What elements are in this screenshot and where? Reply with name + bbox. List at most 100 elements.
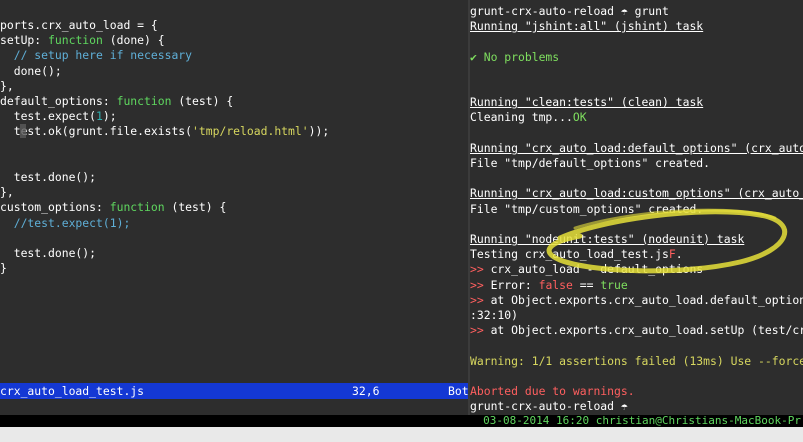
terminal-output-text-segment: Cleaning tmp... <box>470 110 573 125</box>
vim-code-line: default_options: function (test) { <box>0 94 468 109</box>
terminal-output-text-segment: at Object.exports.crx_auto_load.default_… <box>483 292 803 307</box>
vim-editor-pane[interactable]: ports.crx_auto_load = {setUp: function (… <box>0 0 468 415</box>
terminal-output-text-segment: >> <box>470 277 484 292</box>
terminal-output-text-segment: Running "nodeunit:tests" (nodeunit) task <box>470 232 745 246</box>
vim-code-line <box>0 155 468 170</box>
terminal-output-line: >> Error: false == true <box>470 278 803 293</box>
vim-code-text-segment: 1 <box>96 109 103 124</box>
vim-code-text-segment: ports.crx_auto_load = { <box>0 18 158 32</box>
vim-code-text-segment: (done) { <box>102 33 165 48</box>
vim-code-line: //test.expect(1); <box>0 216 468 231</box>
vim-status-line: crx_auto_load_test.js 32,6 Bot <box>0 383 469 399</box>
vim-code-line: test.done(); <box>0 170 468 185</box>
terminal-output-line: Running "jshint:all" (jshint) task <box>470 19 803 34</box>
vim-code-line: test.ok(grunt.file.exists('tmp/reload.ht… <box>0 124 468 139</box>
terminal-output-line: grunt-crx-auto-reload ☂ grunt <box>470 4 803 19</box>
terminal-pane[interactable]: grunt-crx-auto-reload ☂ grunt Running "js… <box>470 0 803 415</box>
vim-code-line: custom_options: function (test) { <box>0 200 468 215</box>
terminal-output-text-segment: >> <box>470 292 484 307</box>
terminal-output-text-segment: OK <box>572 110 587 125</box>
terminal-output-text-segment: >> <box>470 262 484 277</box>
vim-code-line: } <box>0 261 468 276</box>
terminal-output-text-segment: Running "crx_auto_load:custom_options" (… <box>470 186 803 201</box>
vim-code-line: }, <box>0 185 468 200</box>
vim-code-text-segment: test.done(); <box>0 246 97 260</box>
terminal-output-text-segment: . <box>675 247 683 262</box>
vim-code-text-segment: 'tmp/reload.html' <box>192 124 309 139</box>
vim-code-text-segment: (test) { <box>171 94 234 108</box>
terminal-output-text-segment: Aborted due to warnings. <box>470 384 635 398</box>
window-bottom-strip <box>0 427 803 442</box>
terminal-output-text-segment: true <box>600 277 628 292</box>
terminal-output-text-segment: File "tmp/default_options" created. <box>470 156 711 170</box>
vim-code-text-segment: //test.expect(1); <box>0 215 131 230</box>
vim-status-filename: crx_auto_load_test.js <box>0 384 145 398</box>
terminal-output-text-segment: :32:10) <box>470 308 519 322</box>
terminal-output-line: Running "crx_auto_load:default_options" … <box>470 141 803 156</box>
terminal-output-line: >> at Object.exports.crx_auto_load.defau… <box>470 293 803 308</box>
vim-code-text-segment: function <box>116 94 172 108</box>
vim-code-line <box>0 140 468 155</box>
terminal-output-line: Cleaning tmp...OK <box>470 110 803 125</box>
terminal-output-text-segment: == <box>572 277 601 292</box>
vim-code-line: test.expect(1); <box>0 109 468 124</box>
terminal-output-line: File "tmp/default_options" created. <box>470 156 803 171</box>
terminal-output-line: File "tmp/custom_options" created. <box>470 202 803 217</box>
terminal-output-line: Running "nodeunit:tests" (nodeunit) task <box>470 232 803 247</box>
vim-code-line: test.done(); <box>0 246 468 261</box>
terminal-output-text-segment: grunt-crx-auto-reload ☂ <box>470 399 628 414</box>
terminal-output-text-segment: Error: <box>483 277 539 292</box>
terminal-output-line: grunt-crx-auto-reload ☂ <box>470 399 803 414</box>
tmux-status-text: 03-08-2014 16:20 christian@Christians-Ma… <box>483 414 801 427</box>
vim-status-cursor-position: 32,6 <box>352 384 380 398</box>
vim-code-text-segment: }, <box>0 185 14 200</box>
terminal-output-line: Running "crx_auto_load:custom_options" (… <box>470 186 803 201</box>
vim-code-line: ports.crx_auto_load = { <box>0 18 468 33</box>
vim-code-text-segment: custom_options: <box>0 200 110 215</box>
terminal-output-text-segment: at Object.exports.crx_auto_load.setUp (t… <box>483 323 803 338</box>
vim-code-line: setUp: function (done) { <box>0 33 468 48</box>
terminal-output-text-segment: Testing crx_auto_load_test.js <box>470 247 669 262</box>
terminal-output-text-segment: F <box>668 247 676 262</box>
vim-cursor <box>20 124 26 139</box>
vim-code-text-segment: }, <box>0 78 14 93</box>
terminal-output-line: Aborted due to warnings. <box>470 384 803 399</box>
vim-code-text-segment: // setup here if necessary <box>0 48 193 63</box>
vim-code-text-segment: } <box>0 261 7 276</box>
terminal-output-text-segment: File "tmp/custom_options" created. <box>470 201 704 216</box>
terminal-output-line: >> crx_auto_load - default_options <box>470 262 803 277</box>
terminal-output-text-segment: ✔ No problems <box>470 49 560 64</box>
terminal-output-line: :32:10) <box>470 308 803 323</box>
vim-code-text-segment: done(); <box>0 63 62 78</box>
vim-code-text-segment: setUp: <box>0 33 49 48</box>
terminal-output-text-segment: >> <box>470 323 484 338</box>
vim-code-text-segment: test.expect( <box>0 109 97 124</box>
terminal-output-line: Running "clean:tests" (clean) task <box>470 95 803 110</box>
vim-code-text-segment: function <box>109 200 165 215</box>
vim-code-text-segment: )); <box>308 124 330 139</box>
vim-code-text-segment: test.done(); <box>0 170 97 184</box>
terminal-output-line: Warning: 1/1 assertions failed (13ms) Us… <box>470 354 803 369</box>
vim-code-text-segment: default_options: <box>0 94 117 108</box>
terminal-output-text-segment: Running "clean:tests" (clean) task <box>470 95 704 110</box>
vim-code-line <box>0 231 468 246</box>
terminal-output-text-segment: crx_auto_load - default_options <box>483 262 704 277</box>
vim-code-text-segment: (test) { <box>164 200 227 215</box>
terminal-output-text-segment: Running "jshint:all" (jshint) task <box>470 19 704 34</box>
terminal-output-text-segment: false <box>538 277 573 292</box>
terminal-output-line: >> at Object.exports.crx_auto_load.setUp… <box>470 323 803 338</box>
vim-code-line: done(); <box>0 64 468 79</box>
vim-code-line: }, <box>0 79 468 94</box>
terminal-output-line: Testing crx_auto_load_test.jsF. <box>470 247 803 262</box>
vim-code-text-segment: test.ok(grunt.file.exists( <box>0 124 193 139</box>
terminal-output-text-segment: Running "crx_auto_load:default_options" … <box>470 140 803 155</box>
vim-code-line: // setup here if necessary <box>0 48 468 63</box>
terminal-output-text-segment: Warning: 1/1 assertions failed (13ms) Us… <box>470 353 803 368</box>
vim-code-text-segment: function <box>48 33 103 48</box>
